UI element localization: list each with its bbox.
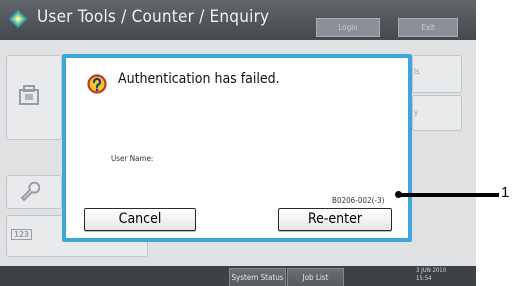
reenter-button[interactable]: Re-enter bbox=[278, 208, 392, 231]
background-text: ls bbox=[414, 67, 420, 76]
job-list-button[interactable]: Job List bbox=[287, 268, 344, 286]
page-title: User Tools / Counter / Enquiry bbox=[37, 7, 270, 27]
background-text: y bbox=[414, 108, 419, 117]
exit-button[interactable]: Exit bbox=[398, 18, 458, 37]
date-time: 3 JUN 2010 15:54 bbox=[416, 267, 446, 283]
user-name-label: User Name: bbox=[111, 154, 154, 163]
counter-icon bbox=[19, 85, 39, 105]
question-mark-icon bbox=[87, 74, 107, 94]
counter-123-icon: 123 bbox=[11, 229, 33, 240]
callout-line bbox=[399, 193, 499, 197]
background-panel-mid-right[interactable] bbox=[412, 95, 462, 131]
user-tools-icon bbox=[9, 10, 27, 28]
title-bar: User Tools / Counter / Enquiry Login Exi… bbox=[0, 0, 476, 40]
wrench-icon bbox=[20, 181, 40, 202]
authentication-error-dialog: Authentication has failed. User Name: B0… bbox=[62, 54, 412, 242]
cancel-button[interactable]: Cancel bbox=[84, 208, 196, 231]
error-code: B0206-002(-3) bbox=[332, 196, 385, 205]
system-status-button[interactable]: System Status bbox=[229, 268, 286, 286]
error-message: Authentication has failed. bbox=[118, 71, 280, 87]
callout-number: 1 bbox=[501, 184, 510, 201]
time: 15:54 bbox=[416, 275, 432, 282]
login-button[interactable]: Login bbox=[316, 18, 380, 37]
screen: User Tools / Counter / Enquiry Login Exi… bbox=[0, 0, 476, 286]
date: 3 JUN 2010 bbox=[416, 267, 447, 274]
